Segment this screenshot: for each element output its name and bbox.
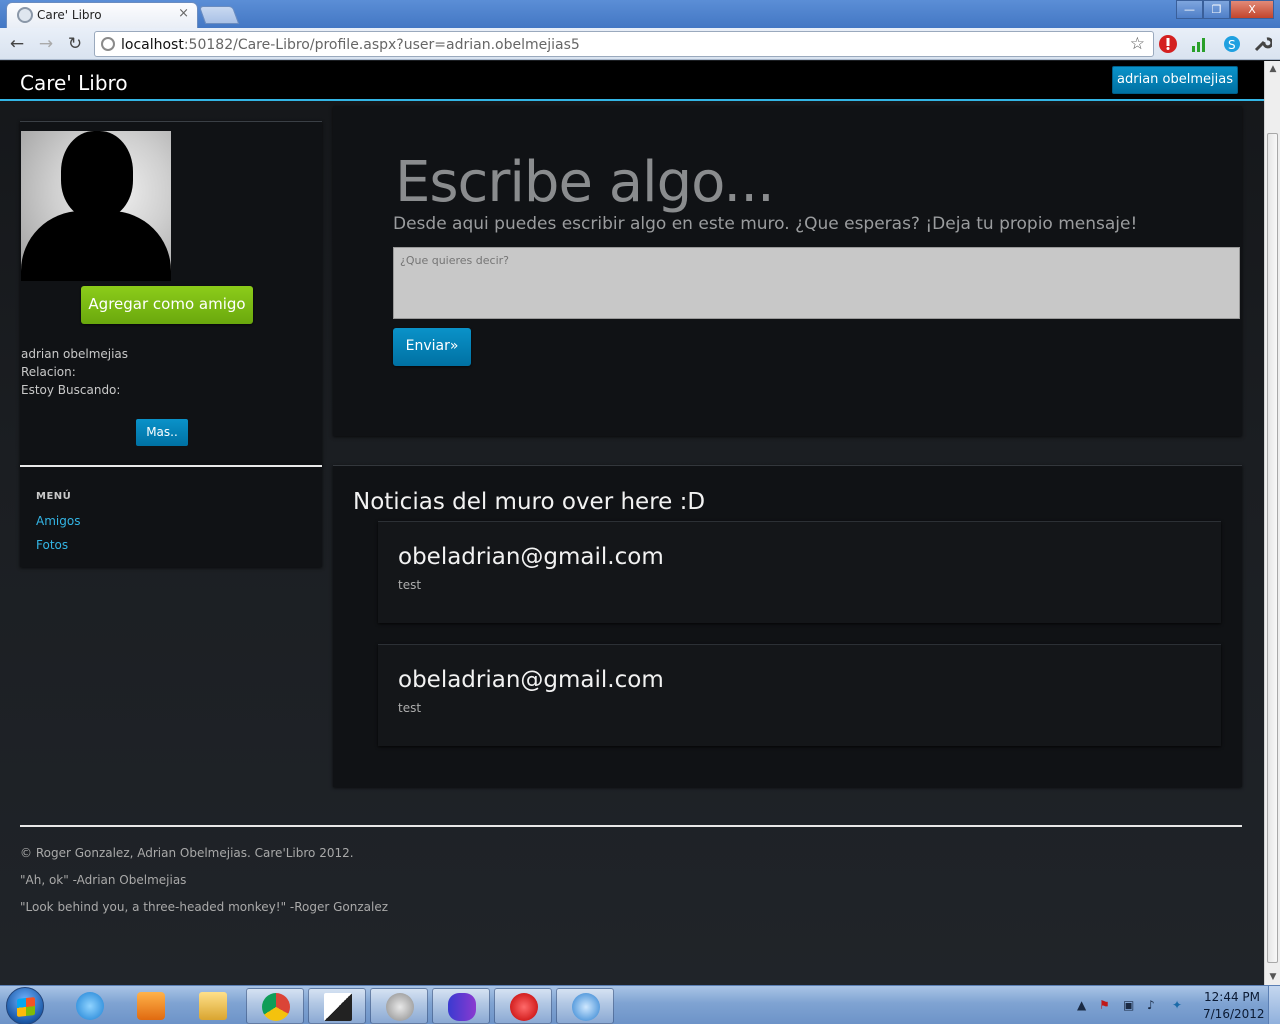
explorer-icon[interactable] <box>184 988 242 1024</box>
maximize-button[interactable]: ❐ <box>1203 0 1230 19</box>
browser-tab[interactable]: Care' Libro × <box>6 2 198 28</box>
footer-copyright: © Roger Gonzalez, Adrian Obelmejias. Car… <box>20 846 354 860</box>
more-button[interactable]: Mas.. <box>136 419 188 446</box>
vertical-scrollbar[interactable]: ▲ ▼ <box>1264 61 1280 985</box>
wrench-icon[interactable] <box>1252 34 1274 54</box>
clock-time[interactable]: 12:44 PM <box>1204 990 1260 1004</box>
reload-button[interactable]: ↻ <box>64 33 86 55</box>
footer-quote: "Ah, ok" -Adrian Obelmejias <box>20 873 187 887</box>
windows-logo-icon <box>17 997 35 1017</box>
wall-post: obeladrian@gmail.com test <box>378 644 1221 746</box>
top-navbar: Care' Libro adrian obelmejias <box>0 61 1264 101</box>
unity-icon[interactable] <box>308 988 366 1024</box>
post-text: test <box>398 701 422 715</box>
brand-link[interactable]: Care' Libro <box>20 71 128 95</box>
gplus-icon[interactable] <box>370 988 428 1024</box>
network-icon[interactable]: ▣ <box>1123 998 1134 1012</box>
clock-date[interactable]: 7/16/2012 <box>1203 1007 1265 1021</box>
ie-icon[interactable] <box>61 988 119 1024</box>
address-bar[interactable]: localhost:50182/Care-Libro/profile.aspx?… <box>94 31 1154 57</box>
menu-item-fotos[interactable]: Fotos <box>36 538 68 552</box>
show-hidden-icons-icon[interactable]: ▲ <box>1077 998 1086 1012</box>
skype-extension-icon[interactable]: S <box>1222 34 1242 54</box>
minimize-button[interactable]: — <box>1176 0 1203 19</box>
wall-feed: Noticias del muro over here :D obeladria… <box>333 465 1242 787</box>
page-viewport: Care' Libro adrian obelmejias Agregar co… <box>0 61 1264 985</box>
url-text[interactable]: localhost:50182/Care-Libro/profile.aspx?… <box>121 37 580 53</box>
close-window-button[interactable]: X <box>1230 0 1274 19</box>
globe-icon <box>17 7 33 23</box>
composer-title: Escribe algo... <box>395 150 775 215</box>
back-button[interactable]: ← <box>6 33 28 55</box>
bookmark-star-icon[interactable]: ☆ <box>1130 34 1145 54</box>
windows-taskbar: ▲ ⚑ ▣ ♪ ✦ 12:44 PM 7/16/2012 <box>0 985 1280 1024</box>
new-tab-button[interactable] <box>198 6 240 24</box>
avatar <box>21 131 171 281</box>
signal-extension-icon[interactable] <box>1190 34 1210 54</box>
relation-label: Relacion: <box>21 365 76 379</box>
post-composer: Escribe algo... Desde aqui puedes escrib… <box>333 106 1242 436</box>
menu-item-amigos[interactable]: Amigos <box>36 514 80 528</box>
forward-button[interactable]: → <box>35 33 57 55</box>
opera-mail-icon[interactable] <box>494 988 552 1024</box>
wall-title: Noticias del muro over here :D <box>353 489 706 515</box>
itunes-icon[interactable] <box>556 988 614 1024</box>
scroll-thumb[interactable] <box>1267 133 1278 963</box>
chrome-icon[interactable] <box>246 988 304 1024</box>
composer-subtitle: Desde aqui puedes escribir algo en este … <box>393 214 1138 234</box>
show-desktop-button[interactable] <box>1268 986 1280 1024</box>
avatar-silhouette-body <box>21 211 171 281</box>
looking-for-label: Estoy Buscando: <box>21 383 121 397</box>
scroll-down-arrow-icon[interactable]: ▼ <box>1265 969 1280 985</box>
message-textarea[interactable] <box>393 247 1240 319</box>
user-menu-button[interactable]: adrian obelmejias <box>1112 66 1238 94</box>
footer-divider <box>20 825 1242 827</box>
send-button[interactable]: Enviar» <box>393 328 471 366</box>
post-text: test <box>398 578 422 592</box>
wall-post: obeladrian@gmail.com test <box>378 521 1221 623</box>
svg-text:S: S <box>1228 38 1236 52</box>
tab-title: Care' Libro <box>37 8 102 22</box>
close-icon[interactable]: × <box>178 6 189 21</box>
profile-name: adrian obelmejias <box>21 347 129 361</box>
volume-icon[interactable]: ♪ <box>1147 998 1155 1012</box>
add-friend-button[interactable]: Agregar como amigo <box>81 286 253 324</box>
scroll-up-arrow-icon[interactable]: ▲ <box>1265 61 1280 77</box>
browser-titlebar: Care' Libro × — ❐ X <box>0 0 1280 28</box>
start-button[interactable] <box>6 987 44 1024</box>
dropbox-icon[interactable]: ✦ <box>1172 998 1182 1012</box>
side-menu: MENÚ Amigos Fotos <box>20 465 322 567</box>
profile-panel: Agregar como amigo adrian obelmejias Rel… <box>20 121 322 466</box>
post-author: obeladrian@gmail.com <box>398 544 664 570</box>
stop-extension-icon[interactable] <box>1158 34 1178 54</box>
post-author: obeladrian@gmail.com <box>398 667 664 693</box>
media-player-icon[interactable] <box>122 988 180 1024</box>
avatar-silhouette-head <box>61 131 133 219</box>
footer-quote: "Look behind you, a three-headed monkey!… <box>20 900 389 914</box>
action-center-flag-icon[interactable]: ⚑ <box>1099 998 1110 1012</box>
menu-header: MENÚ <box>36 491 72 502</box>
window-controls: — ❐ X <box>1176 0 1274 19</box>
infinity-icon[interactable] <box>432 988 490 1024</box>
browser-toolbar: ← → ↻ localhost:50182/Care-Libro/profile… <box>0 28 1280 60</box>
page-icon <box>101 37 115 51</box>
